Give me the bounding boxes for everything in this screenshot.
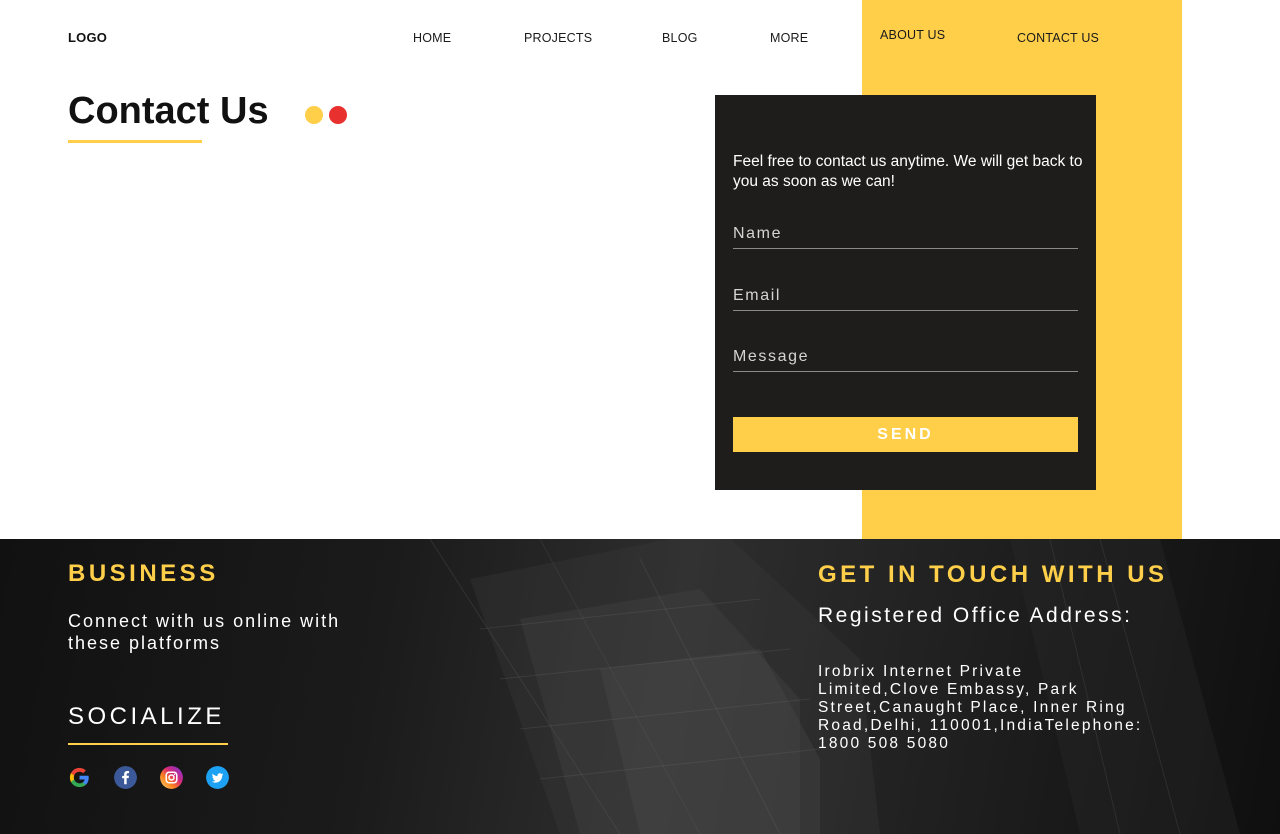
business-heading: BUSINESS (68, 560, 219, 587)
connect-text: Connect with us online with these platfo… (68, 611, 341, 653)
nav-about-us[interactable]: ABOUT US (880, 28, 945, 42)
send-button[interactable]: SEND (733, 417, 1078, 452)
title-underline (68, 140, 202, 143)
nav-home[interactable]: HOME (413, 31, 451, 45)
google-icon[interactable] (68, 766, 91, 789)
footer: BUSINESS Connect with us online with the… (0, 539, 1280, 834)
instagram-icon[interactable] (160, 766, 183, 789)
decorative-red-dot (329, 106, 347, 124)
nav-more[interactable]: MORE (770, 31, 808, 45)
get-in-touch-heading: GET IN TOUCH WITH US (818, 561, 1168, 588)
office-address: Irobrix Internet Private Limited,Clove E… (818, 663, 1143, 752)
contact-form: Feel free to contact us anytime. We will… (715, 95, 1096, 490)
logo[interactable]: LOGO (68, 30, 107, 45)
nav-contact-us[interactable]: CONTACT US (1017, 31, 1099, 45)
facebook-icon[interactable] (114, 766, 137, 789)
form-intro-text: Feel free to contact us anytime. We will… (733, 153, 1083, 190)
nav-projects[interactable]: PROJECTS (524, 31, 592, 45)
socialize-underline (68, 743, 228, 745)
decorative-yellow-dot (305, 106, 323, 124)
page-title: Contact Us (68, 90, 269, 132)
office-address-label: Registered Office Address: (818, 604, 1133, 627)
message-input[interactable] (733, 343, 1078, 372)
nav-blog[interactable]: BLOG (662, 31, 698, 45)
email-input[interactable] (733, 282, 1078, 311)
twitter-icon[interactable] (206, 766, 229, 789)
name-input[interactable] (733, 220, 1078, 249)
socialize-heading: SOCIALIZE (68, 703, 225, 730)
